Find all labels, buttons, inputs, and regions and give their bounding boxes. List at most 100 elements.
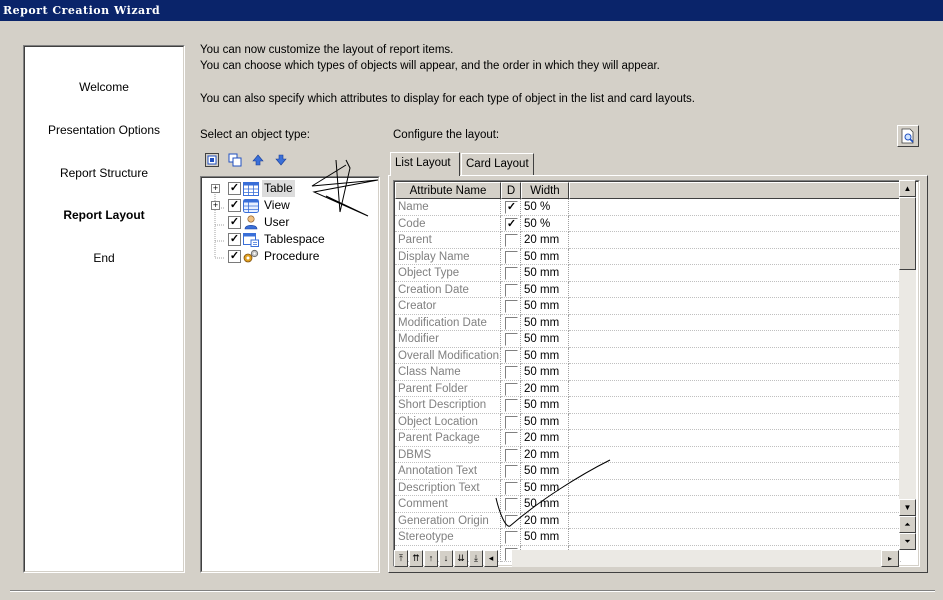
attribute-row[interactable]: Modification Date 50 mm bbox=[395, 314, 901, 331]
attribute-row[interactable]: Class Name 50 mm bbox=[395, 364, 901, 381]
display-checkbox[interactable] bbox=[505, 333, 518, 346]
attribute-row[interactable]: Object Type 50 mm bbox=[395, 265, 901, 282]
attribute-name-cell[interactable]: Object Location bbox=[395, 413, 501, 430]
width-cell[interactable]: 50 % bbox=[521, 199, 569, 216]
attribute-row[interactable]: Parent 20 mm bbox=[395, 232, 901, 249]
attribute-name-cell[interactable]: Modifier bbox=[395, 331, 501, 348]
width-cell[interactable]: 50 mm bbox=[521, 347, 569, 364]
step-welcome[interactable]: Welcome bbox=[25, 80, 183, 94]
tab-list-layout[interactable]: List Layout bbox=[390, 152, 460, 176]
attribute-name-cell[interactable]: Parent Folder bbox=[395, 380, 501, 397]
attribute-name-cell[interactable]: Overall Modification bbox=[395, 347, 501, 364]
scroll-page-down-icon[interactable]: ⏷ bbox=[899, 533, 916, 550]
attribute-row[interactable]: Comment 50 mm bbox=[395, 496, 901, 513]
checkbox-view[interactable]: ✓ bbox=[228, 199, 241, 212]
width-cell[interactable]: 20 mm bbox=[521, 380, 569, 397]
attribute-name-cell[interactable]: Display Name bbox=[395, 248, 501, 265]
vertical-scrollbar[interactable]: ▲ ▼ ⏶ ⏷ bbox=[899, 180, 916, 550]
attribute-name-cell[interactable]: Modification Date bbox=[395, 314, 501, 331]
display-checkbox[interactable] bbox=[505, 399, 518, 412]
move-down-page-icon[interactable]: ⇊ bbox=[454, 550, 468, 567]
display-checkbox[interactable] bbox=[505, 316, 518, 330]
width-cell[interactable]: 20 mm bbox=[521, 446, 569, 463]
width-cell[interactable]: 20 mm bbox=[521, 232, 569, 249]
display-checkbox[interactable]: ✓ bbox=[505, 201, 518, 214]
width-cell[interactable]: 50 mm bbox=[521, 331, 569, 348]
attribute-row[interactable]: Creation Date 50 mm bbox=[395, 281, 901, 298]
display-checkbox[interactable] bbox=[505, 366, 518, 379]
attribute-name-cell[interactable]: Comment bbox=[395, 496, 501, 513]
display-checkbox[interactable] bbox=[505, 283, 518, 297]
step-presentation-options[interactable]: Presentation Options bbox=[25, 123, 183, 137]
display-checkbox[interactable] bbox=[505, 267, 518, 280]
horizontal-scrollbar[interactable]: ▸ bbox=[512, 550, 899, 567]
attribute-name-cell[interactable]: Stereotype bbox=[395, 529, 501, 546]
display-checkbox[interactable] bbox=[505, 349, 518, 363]
width-cell[interactable]: 50 mm bbox=[521, 496, 569, 513]
deselect-all-icon[interactable] bbox=[228, 153, 242, 167]
attribute-name-cell[interactable]: Annotation Text bbox=[395, 463, 501, 480]
attribute-name-cell[interactable]: Creation Date bbox=[395, 281, 501, 298]
column-header-attribute-name[interactable]: Attribute Name bbox=[395, 182, 501, 199]
expand-icon[interactable]: + bbox=[211, 184, 220, 193]
attribute-row[interactable]: Modifier 50 mm bbox=[395, 331, 901, 348]
scroll-right-icon[interactable]: ▸ bbox=[881, 550, 899, 567]
scroll-page-up-icon[interactable]: ⏶ bbox=[899, 516, 916, 533]
attribute-row[interactable]: Parent Package 20 mm bbox=[395, 430, 901, 447]
move-row-up-icon[interactable]: ↑ bbox=[424, 550, 438, 567]
scroll-thumb[interactable] bbox=[899, 197, 916, 270]
display-checkbox[interactable] bbox=[505, 415, 518, 429]
preview-button[interactable] bbox=[897, 125, 919, 147]
width-cell[interactable]: 50 mm bbox=[521, 413, 569, 430]
move-up-page-icon[interactable]: ⇈ bbox=[409, 550, 423, 567]
select-all-icon[interactable] bbox=[205, 153, 219, 167]
attribute-name-cell[interactable]: Description Text bbox=[395, 479, 501, 496]
width-cell[interactable]: 50 mm bbox=[521, 248, 569, 265]
attribute-row[interactable]: Object Location 50 mm bbox=[395, 413, 901, 430]
checkbox-tablespace[interactable]: ✓ bbox=[228, 233, 241, 246]
width-cell[interactable]: 20 mm bbox=[521, 512, 569, 529]
attribute-name-cell[interactable]: Short Description bbox=[395, 397, 501, 414]
attribute-name-cell[interactable]: Code bbox=[395, 215, 501, 232]
width-cell[interactable]: 50 mm bbox=[521, 281, 569, 298]
attribute-name-cell[interactable]: Parent Package bbox=[395, 430, 501, 447]
attribute-name-cell[interactable]: Creator bbox=[395, 298, 501, 315]
display-checkbox[interactable] bbox=[505, 234, 518, 247]
width-cell[interactable]: 50 mm bbox=[521, 397, 569, 414]
attribute-row[interactable]: Generation Origin 20 mm bbox=[395, 512, 901, 529]
display-checkbox[interactable] bbox=[505, 300, 518, 313]
attribute-row[interactable]: Overall Modification 50 mm bbox=[395, 347, 901, 364]
step-report-structure[interactable]: Report Structure bbox=[25, 166, 183, 180]
attribute-name-cell[interactable]: Object Type bbox=[395, 265, 501, 282]
attribute-row[interactable]: Name ✓ 50 % bbox=[395, 199, 901, 216]
display-checkbox[interactable] bbox=[505, 465, 518, 478]
scroll-left-icon[interactable]: ◂ bbox=[484, 550, 498, 567]
scroll-up-icon[interactable]: ▲ bbox=[899, 180, 916, 197]
attribute-name-cell[interactable]: Name bbox=[395, 199, 501, 216]
step-report-layout[interactable]: Report Layout bbox=[25, 208, 183, 222]
column-header-width[interactable]: Width bbox=[521, 182, 569, 199]
move-down-icon[interactable] bbox=[274, 153, 288, 167]
width-cell[interactable]: 50 mm bbox=[521, 529, 569, 546]
move-row-down-icon[interactable]: ↓ bbox=[439, 550, 453, 567]
width-cell[interactable]: 50 mm bbox=[521, 479, 569, 496]
scroll-down-icon[interactable]: ▼ bbox=[899, 499, 916, 516]
attribute-row[interactable]: Description Text 50 mm bbox=[395, 479, 901, 496]
display-checkbox[interactable] bbox=[505, 481, 518, 495]
attribute-row[interactable]: DBMS 20 mm bbox=[395, 446, 901, 463]
width-cell[interactable]: 50 mm bbox=[521, 265, 569, 282]
display-checkbox[interactable] bbox=[505, 382, 518, 396]
attribute-row[interactable]: Parent Folder 20 mm bbox=[395, 380, 901, 397]
display-checkbox[interactable] bbox=[505, 250, 518, 264]
attribute-row[interactable]: Code ✓ 50 % bbox=[395, 215, 901, 232]
width-cell[interactable]: 50 % bbox=[521, 215, 569, 232]
display-checkbox[interactable]: ✓ bbox=[505, 217, 518, 231]
display-checkbox[interactable] bbox=[505, 514, 518, 528]
width-cell[interactable]: 50 mm bbox=[521, 463, 569, 480]
attribute-row[interactable]: Display Name 50 mm bbox=[395, 248, 901, 265]
display-checkbox[interactable] bbox=[505, 432, 518, 445]
attribute-name-cell[interactable]: Class Name bbox=[395, 364, 501, 381]
attribute-row[interactable]: Stereotype 50 mm bbox=[395, 529, 901, 546]
step-end[interactable]: End bbox=[25, 251, 183, 265]
tab-card-layout[interactable]: Card Layout bbox=[461, 153, 534, 175]
